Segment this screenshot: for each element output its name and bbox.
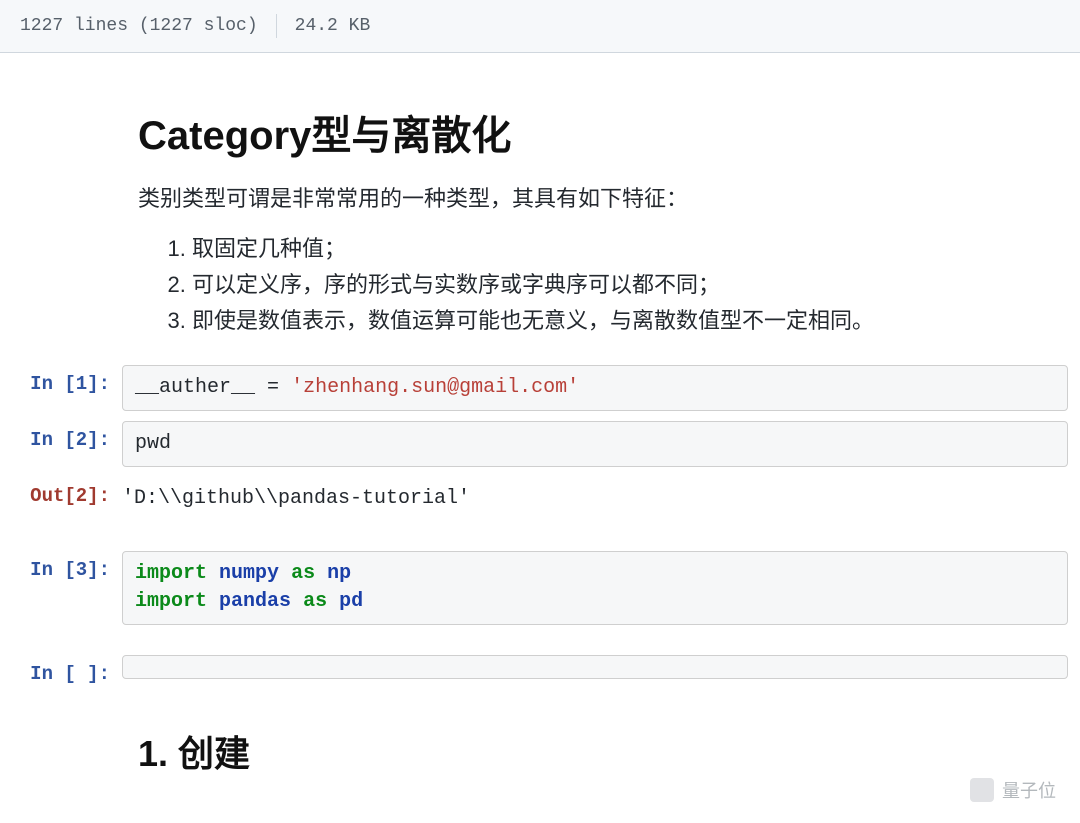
code-input[interactable]: pwd — [122, 421, 1068, 467]
code-cell: In [ ]: — [10, 655, 1070, 685]
notebook: Category型与离散化 类别类型可谓是非常常用的一种类型，其具有如下特征： … — [0, 53, 1080, 807]
divider — [276, 14, 277, 38]
watermark: 量子位 — [970, 777, 1056, 803]
markdown-cell: 1. 创建 — [138, 725, 1050, 777]
code-cell: In [3]: import numpy as np import pandas… — [10, 551, 1070, 625]
list-item: 取固定几种值； — [192, 231, 1050, 263]
page-title: Category型与离散化 — [138, 103, 1050, 161]
file-size: 24.2 KB — [295, 16, 371, 36]
input-prompt: In [ ]: — [10, 655, 122, 685]
input-prompt: In [3]: — [10, 551, 122, 581]
file-lines: 1227 lines (1227 sloc) — [20, 16, 258, 36]
output-prompt: Out[2]: — [10, 477, 122, 507]
input-prompt: In [2]: — [10, 421, 122, 451]
feature-list: 取固定几种值； 可以定义序，序的形式与实数序或字典序可以都不同； 即使是数值表示… — [138, 231, 1050, 335]
list-item: 即使是数值表示，数值运算可能也无意义，与离散数值型不一定相同。 — [192, 303, 1050, 335]
code-input[interactable]: __auther__ = 'zhenhang.sun@gmail.com' — [122, 365, 1068, 411]
code-input[interactable]: import numpy as np import pandas as pd — [122, 551, 1068, 625]
intro-text: 类别类型可谓是非常常用的一种类型，其具有如下特征： — [138, 181, 1050, 213]
input-prompt: In [1]: — [10, 365, 122, 395]
code-output: 'D:\\github\\pandas-tutorial' — [122, 477, 1070, 521]
markdown-cell: Category型与离散化 类别类型可谓是非常常用的一种类型，其具有如下特征： … — [138, 103, 1050, 335]
list-item: 可以定义序，序的形式与实数序或字典序可以都不同； — [192, 267, 1050, 299]
code-cell: In [2]: pwd — [10, 421, 1070, 467]
watermark-text: 量子位 — [1002, 777, 1056, 803]
section-heading: 1. 创建 — [138, 725, 1050, 777]
watermark-icon — [970, 778, 994, 802]
file-info-bar: 1227 lines (1227 sloc) 24.2 KB — [0, 0, 1080, 53]
code-cell: In [1]: __auther__ = 'zhenhang.sun@gmail… — [10, 365, 1070, 411]
output-cell: Out[2]: 'D:\\github\\pandas-tutorial' — [10, 477, 1070, 521]
code-input[interactable] — [122, 655, 1068, 679]
